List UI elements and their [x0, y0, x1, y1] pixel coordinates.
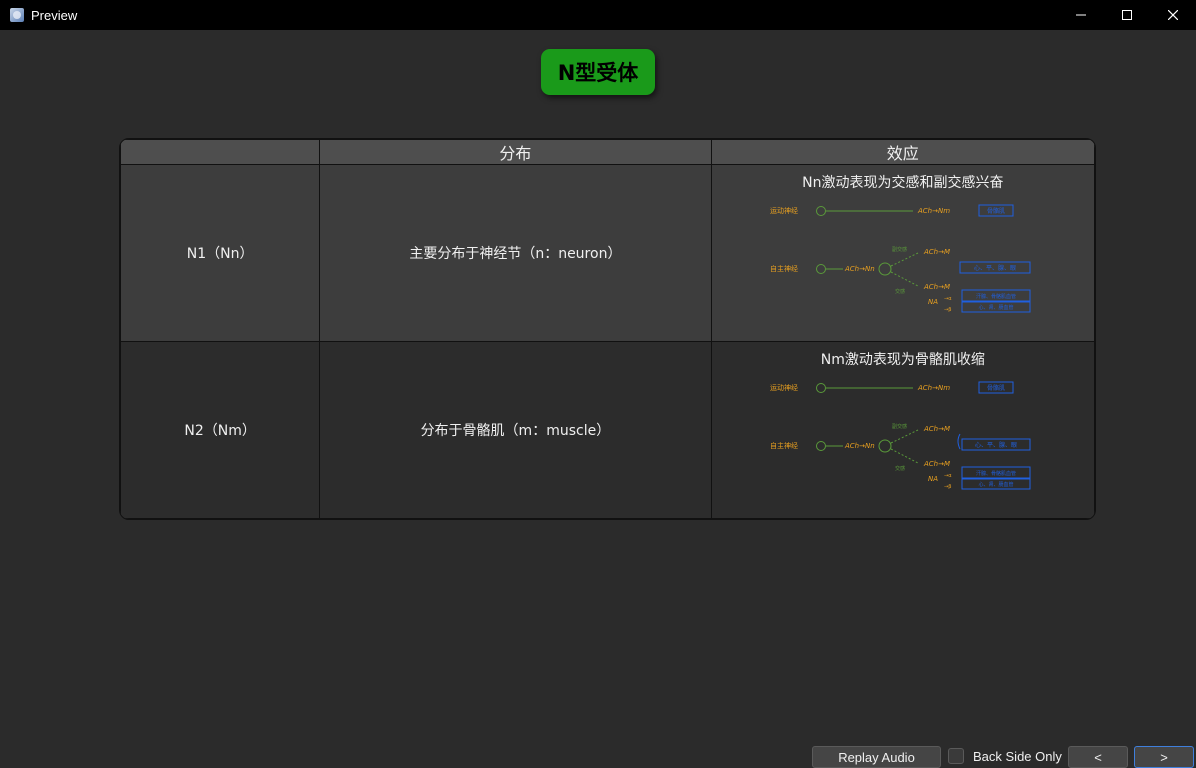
diagram-label: →α [944, 473, 952, 479]
receptor-effect: Nn激动表现为交感和副交感兴奋 运动神经 ACh→Nm 骨骼肌 自主神经 ACh… [710, 164, 1095, 342]
diagram-label: →β [944, 484, 951, 490]
diagram-label: ACh→Nm [917, 384, 950, 392]
diagram-target: 汗腺、骨骼肌血管 [976, 293, 1016, 300]
diagram-label: →α [944, 296, 952, 302]
diagram-label: ACh→M [923, 425, 950, 433]
app-icon [10, 8, 24, 22]
header-receptor [120, 139, 321, 165]
diagram-label: 运动神经 [770, 206, 798, 215]
diagram-label: →β [944, 307, 951, 313]
receptor-effect: Nm激动表现为骨骼肌收缩 运动神经 ACh→Nm 骨骼肌 自主神经 ACh→Nn… [710, 341, 1095, 519]
header-distribution: 分布 [319, 139, 712, 165]
back-side-only-checkbox[interactable] [948, 748, 964, 764]
diagram-target: 骨骼肌 [987, 384, 1005, 392]
diagram-target: 心、肾、肠血管 [978, 304, 1013, 311]
window-controls [1058, 0, 1196, 30]
minimize-icon [1076, 14, 1086, 16]
diagram-label: 自主神经 [770, 264, 798, 273]
window-title: Preview [31, 7, 78, 23]
diagram-label: 交感 [895, 288, 905, 295]
diagram-label: NA [928, 475, 938, 483]
previous-button[interactable]: < [1068, 746, 1128, 768]
diagram-label: ACh→Nn [844, 442, 875, 450]
card-content: N型受体 分布 效应 N1（Nn） 主要分布于神经节（n：neuron） Nn激… [0, 30, 1196, 738]
diagram-label: 交感 [895, 465, 905, 472]
receptor-table: 分布 效应 N1（Nn） 主要分布于神经节（n：neuron） Nn激动表现为交… [119, 138, 1096, 520]
bottom-toolbar: Replay Audio Back Side Only < > [0, 738, 1196, 768]
maximize-button[interactable] [1104, 0, 1150, 30]
table-row: N1（Nn） 主要分布于神经节（n：neuron） Nn激动表现为交感和副交感兴… [120, 164, 1095, 342]
replay-audio-button[interactable]: Replay Audio [812, 746, 941, 768]
diagram-label: 副交感 [892, 423, 907, 430]
diagram-target: 心、平、腺、眼 [974, 264, 1016, 272]
diagram-label: 运动神经 [770, 383, 798, 392]
diagram-label: 自主神经 [770, 441, 798, 450]
title-bar: Preview [0, 0, 1196, 30]
receptor-name: N1（Nn） [120, 164, 321, 342]
diagram-target: 汗腺、骨骼肌血管 [976, 470, 1016, 477]
effect-title: Nn激动表现为交感和副交感兴奋 [802, 175, 1004, 191]
diagram-label: ACh→Nm [917, 207, 950, 215]
back-side-only-label: Back Side Only [973, 749, 1062, 764]
nerve-diagram-image: 运动神经 ACh→Nm 骨骼肌 自主神经 ACh→Nn 副交感 交感 ACh→M… [770, 204, 1031, 313]
diagram-target: 骨骼肌 [987, 207, 1005, 215]
close-button[interactable] [1150, 0, 1196, 30]
effect-title: Nm激动表现为骨骼肌收缩 [820, 352, 985, 368]
receptor-distribution: 主要分布于神经节（n：neuron） [319, 164, 712, 342]
card-title: N型受体 [541, 49, 655, 95]
diagram-label: ACh→Nn [844, 265, 875, 273]
diagram-label: 副交感 [892, 246, 907, 253]
nerve-diagram-image: 运动神经 ACh→Nm 骨骼肌 自主神经 ACh→Nn 副交感 交感 ACh→M… [770, 381, 1031, 490]
diagram-target: 心、肾、肠血管 [978, 481, 1013, 488]
minimize-button[interactable] [1058, 0, 1104, 30]
next-button[interactable]: > [1134, 746, 1194, 768]
maximize-icon [1122, 10, 1132, 20]
header-effect: 效应 [710, 139, 1095, 165]
diagram-label: ACh→M [923, 460, 950, 468]
table-header-row: 分布 效应 [120, 139, 1095, 165]
diagram-label: ACh→M [923, 248, 950, 256]
diagram-label: NA [928, 298, 938, 306]
close-icon [1168, 10, 1178, 20]
receptor-name: N2（Nm） [120, 341, 321, 519]
receptor-distribution: 分布于骨骼肌（m：muscle） [319, 341, 712, 519]
diagram-target: 心、平、腺、眼 [975, 441, 1017, 449]
table-row: N2（Nm） 分布于骨骼肌（m：muscle） Nm激动表现为骨骼肌收缩 运动神… [120, 341, 1095, 519]
diagram-label: ACh→M [923, 283, 950, 291]
